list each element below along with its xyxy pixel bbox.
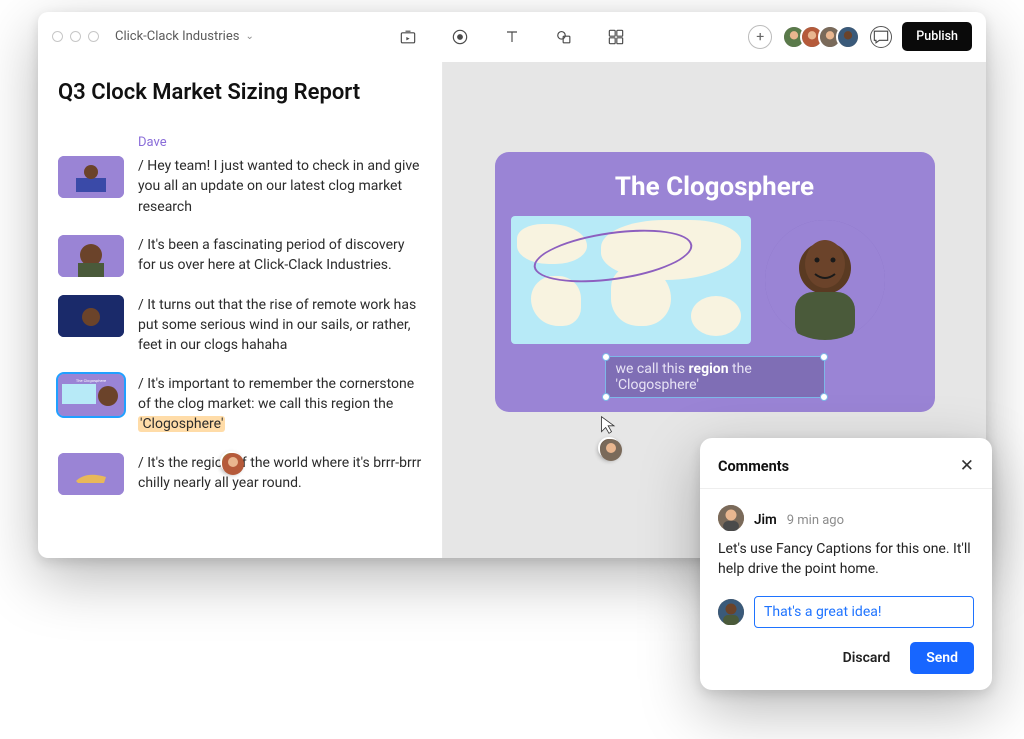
toolbar: Click-Clack Industries ⌄ + [38, 12, 986, 62]
transcript-line[interactable]: / It's important to remember the corners… [138, 374, 422, 435]
templates-icon[interactable] [605, 26, 627, 48]
record-icon[interactable] [449, 26, 471, 48]
comments-title: Comments [718, 458, 789, 475]
transcript-row[interactable]: / Hey team! I just wanted to check in an… [58, 156, 422, 217]
add-collaborator-button[interactable]: + [748, 25, 772, 49]
scene-thumbnail[interactable] [58, 295, 124, 337]
shapes-icon[interactable] [553, 26, 575, 48]
traffic-light-close[interactable] [52, 31, 63, 42]
publish-button[interactable]: Publish [902, 22, 972, 51]
close-icon[interactable]: ✕ [960, 456, 974, 476]
window-controls[interactable] [52, 31, 99, 42]
collaborator-avatars [782, 25, 860, 49]
project-switcher[interactable]: Click-Clack Industries ⌄ [115, 29, 254, 44]
scene-thumbnail[interactable] [58, 453, 124, 495]
media-icon[interactable] [397, 26, 419, 48]
comment-author-avatar [718, 505, 744, 531]
project-name: Click-Clack Industries [115, 29, 239, 44]
discard-button[interactable]: Discard [831, 642, 903, 674]
scene-thumbnail[interactable] [58, 235, 124, 277]
transcript-row[interactable]: The Clogosphere / It's important to reme… [58, 374, 422, 435]
reply-input[interactable] [754, 596, 974, 628]
transcript-line[interactable]: / Hey team! I just wanted to check in an… [138, 156, 422, 217]
comment-body: Let's use Fancy Captions for this one. I… [718, 539, 974, 580]
resize-handle[interactable] [602, 353, 610, 361]
text-icon[interactable] [501, 26, 523, 48]
comments-icon[interactable] [870, 26, 892, 48]
highlighted-text[interactable]: 'Clogosphere' [138, 416, 225, 432]
reply-author-avatar [718, 599, 744, 625]
collaborator-cursor-avatar [598, 437, 620, 459]
resize-handle[interactable] [820, 393, 828, 401]
traffic-light-minimize[interactable] [70, 31, 81, 42]
divider [700, 488, 992, 489]
transcript-pane: Q3 Clock Market Sizing Report Dave / Hey… [38, 62, 443, 558]
page-title: Q3 Clock Market Sizing Report [58, 80, 422, 105]
svg-text:The Clogosphere: The Clogosphere [76, 378, 106, 383]
collaborator-cursor-avatar [220, 451, 242, 473]
comment-timestamp: 9 min ago [787, 513, 844, 528]
transcript-row[interactable]: / It turns out that the rise of remote w… [58, 295, 422, 356]
transcript-line[interactable]: / It's been a fascinating period of disc… [138, 235, 422, 277]
comment-author-name: Jim [754, 512, 777, 528]
collaborator-cursor [218, 443, 242, 473]
slide[interactable]: The Clogosphere [495, 152, 935, 412]
caption-text-box[interactable]: we call this region the 'Clogosphere' [605, 356, 825, 398]
chevron-down-icon: ⌄ [245, 31, 253, 42]
comments-panel: Comments ✕ Jim 9 min ago Let's use Fancy… [700, 438, 992, 690]
speaker-label: Dave [138, 135, 422, 150]
transcript-line[interactable]: / It's the region of the world where it'… [138, 453, 422, 495]
scene-thumbnail[interactable] [58, 156, 124, 198]
scene-thumbnail[interactable]: The Clogosphere [58, 374, 124, 416]
transcript-row[interactable]: / It's been a fascinating period of disc… [58, 235, 422, 277]
collaborator-cursor [598, 415, 620, 459]
slide-map [511, 216, 751, 344]
speaker-video [765, 220, 885, 340]
resize-handle[interactable] [602, 393, 610, 401]
transcript-line[interactable]: / It turns out that the rise of remote w… [138, 295, 422, 356]
traffic-light-zoom[interactable] [88, 31, 99, 42]
resize-handle[interactable] [820, 353, 828, 361]
send-button[interactable]: Send [910, 642, 974, 674]
slide-title: The Clogosphere [511, 172, 919, 202]
avatar[interactable] [836, 25, 860, 49]
